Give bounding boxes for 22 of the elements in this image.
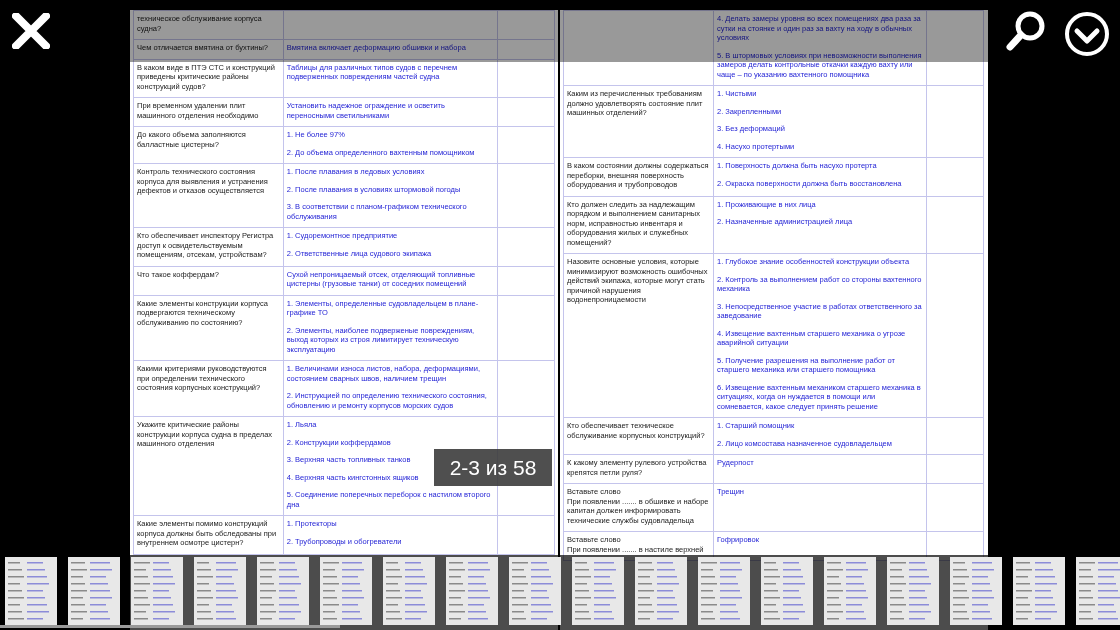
page-thumbnail[interactable]	[5, 557, 57, 625]
close-icon[interactable]	[12, 13, 50, 49]
page-thumbnail[interactable]	[68, 557, 120, 625]
check-circle-icon[interactable]	[1064, 11, 1110, 57]
page-thumbnail[interactable]	[383, 557, 435, 625]
page-thumbnail[interactable]	[698, 557, 750, 625]
page-thumbnail[interactable]	[1013, 557, 1065, 625]
page-thumbnail[interactable]	[446, 557, 498, 625]
page-thumbnail[interactable]	[194, 557, 246, 625]
page-thumbnail[interactable]	[824, 557, 876, 625]
page-thumbnail[interactable]	[635, 557, 687, 625]
page-thumbnail[interactable]	[572, 557, 624, 625]
page-thumbnail[interactable]	[887, 557, 939, 625]
page-thumbnail[interactable]	[509, 557, 561, 625]
page-thumbnail[interactable]	[1076, 557, 1120, 625]
page-thumbnail[interactable]	[257, 557, 309, 625]
page-thumbnail[interactable]	[320, 557, 372, 625]
page-thumbnail[interactable]	[761, 557, 813, 625]
search-icon[interactable]	[1005, 10, 1047, 52]
page-thumbnail[interactable]	[950, 557, 1002, 625]
page-thumbnail[interactable]	[131, 557, 183, 625]
page-counter: 2-3 из 58	[434, 449, 552, 486]
